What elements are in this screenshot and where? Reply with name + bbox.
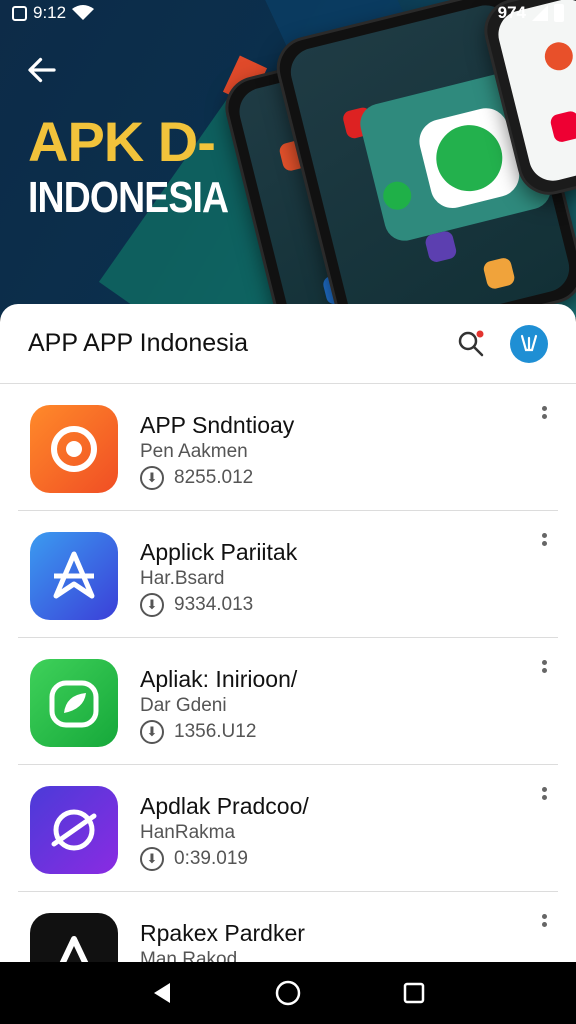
notification-icon [12, 5, 27, 21]
hero-banner: APK D- INDONESIA [0, 0, 576, 318]
app-bar: APP APP Indonesia [0, 304, 576, 384]
app-name: Rpakex Pardker [140, 920, 305, 946]
download-icon: ⬇ [140, 593, 164, 617]
app-size: 0:39.019 [174, 848, 248, 869]
app-list-sheet: APP APP Indonesia APP Sndntioay Pen Aakm… [0, 304, 576, 1001]
search-icon[interactable] [456, 329, 486, 359]
back-arrow-icon[interactable] [24, 52, 60, 88]
avatar-icon[interactable] [510, 324, 548, 363]
download-icon: ⬇ [140, 466, 164, 490]
app-developer: HanRakma [140, 822, 236, 843]
more-vert-icon[interactable] [534, 787, 554, 811]
app-name: Apliak: Inirioon/ [140, 666, 298, 692]
hero-title-line1: APK D- [28, 110, 216, 173]
app-name: APP Sndntioay [140, 412, 295, 438]
status-bar: 9:12 974 [0, 0, 576, 26]
nav-home-icon[interactable] [274, 979, 302, 1007]
app-developer: Dar Gdeni [140, 695, 227, 716]
nav-recents-icon[interactable] [402, 981, 426, 1005]
list-item[interactable]: Apliak: Inirioon/ Dar Gdeni ⬇ 1356.U12 [18, 638, 558, 765]
orange-app-icon [30, 405, 118, 493]
app-name: Applick Pariitak [140, 539, 298, 565]
green-app-icon [30, 659, 118, 747]
list-item[interactable]: Applick Pariitak Har.Bsard ⬇ 9334.013 [18, 511, 558, 638]
app-size: 8255.012 [174, 467, 254, 488]
app-size: 1356.U12 [174, 721, 257, 742]
status-right-text: 974 [497, 3, 526, 22]
app-developer: Har.Bsard [140, 568, 225, 589]
download-icon: ⬇ [140, 847, 164, 871]
more-vert-icon[interactable] [534, 914, 554, 938]
blue-app-icon [30, 532, 118, 620]
app-name: Apdlak Pradcoo/ [140, 793, 309, 819]
more-vert-icon[interactable] [534, 406, 554, 430]
nav-back-icon[interactable] [150, 981, 174, 1005]
purple-app-icon [30, 786, 118, 874]
download-icon: ⬇ [140, 720, 164, 744]
page-title: APP APP Indonesia [28, 329, 249, 357]
hero-title: APK D- INDONESIA [28, 112, 263, 224]
more-vert-icon[interactable] [534, 533, 554, 557]
list-item[interactable]: APP Sndntioay Pen Aakmen ⬇ 8255.012 [18, 384, 558, 511]
app-developer: Pen Aakmen [140, 441, 248, 462]
signal-icon [532, 5, 548, 21]
app-list: APP Sndntioay Pen Aakmen ⬇ 8255.012 Appli… [0, 384, 576, 1019]
battery-icon [554, 4, 564, 22]
app-size: 9334.013 [174, 594, 254, 615]
system-nav-bar [0, 962, 576, 1024]
status-time: 9:12 [33, 3, 67, 22]
wifi-icon [72, 5, 95, 20]
hero-title-line2: INDONESIA [28, 173, 229, 222]
list-item[interactable]: Apdlak Pradcoo/ HanRakma ⬇ 0:39.019 [18, 765, 558, 892]
more-vert-icon[interactable] [534, 660, 554, 684]
